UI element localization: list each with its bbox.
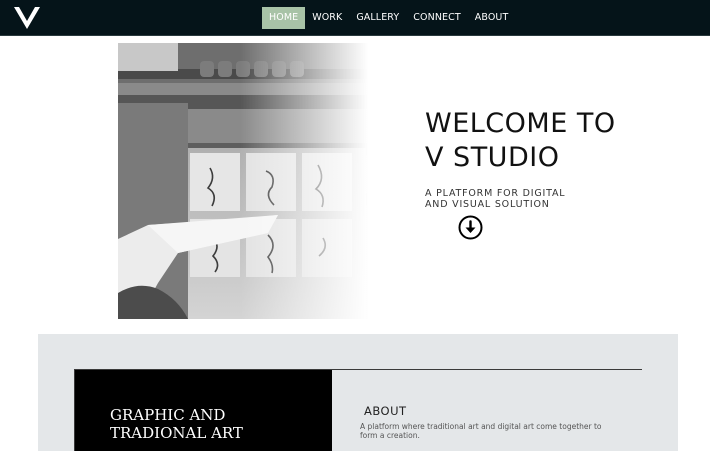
hero-title-line2: V STUDIO [425, 142, 560, 173]
nav-gallery[interactable]: GALLERY [349, 7, 406, 29]
nav-menu: HOME WORK GALLERY CONNECT ABOUT [262, 7, 515, 29]
about-heading: ABOUT [364, 404, 407, 418]
nav-home[interactable]: HOME [262, 7, 306, 29]
card-title-line2: TRADIONAL ART [110, 424, 243, 442]
nav-work[interactable]: WORK [305, 7, 349, 29]
v-logo-icon[interactable] [12, 5, 42, 31]
feature-card: GRAPHIC AND TRADIONAL ART ABOUT A platfo… [74, 369, 642, 451]
top-navbar: HOME WORK GALLERY CONNECT ABOUT [0, 0, 710, 36]
nav-about[interactable]: ABOUT [468, 7, 516, 29]
card-title: GRAPHIC AND TRADIONAL ART [110, 406, 325, 442]
hero-title-line1: WELCOME TO [425, 108, 616, 139]
card-light-panel: ABOUT A platform where traditional art a… [332, 370, 642, 451]
hero-subtitle-line1: A PLATFORM FOR DIGITAL [425, 188, 566, 199]
hero-title: WELCOME TO V STUDIO [425, 107, 695, 175]
arrow-down-circle-icon[interactable] [458, 215, 483, 240]
nav-connect[interactable]: CONNECT [406, 7, 467, 29]
card-dark-panel: GRAPHIC AND TRADIONAL ART [75, 370, 332, 451]
hero-image [118, 43, 390, 319]
hero-subtitle: A PLATFORM FOR DIGITAL AND VISUAL SOLUTI… [425, 188, 625, 210]
card-title-line1: GRAPHIC AND [110, 406, 226, 424]
about-description: A platform where traditional art and dig… [360, 422, 602, 440]
hero-subtitle-line2: AND VISUAL SOLUTION [425, 199, 550, 210]
